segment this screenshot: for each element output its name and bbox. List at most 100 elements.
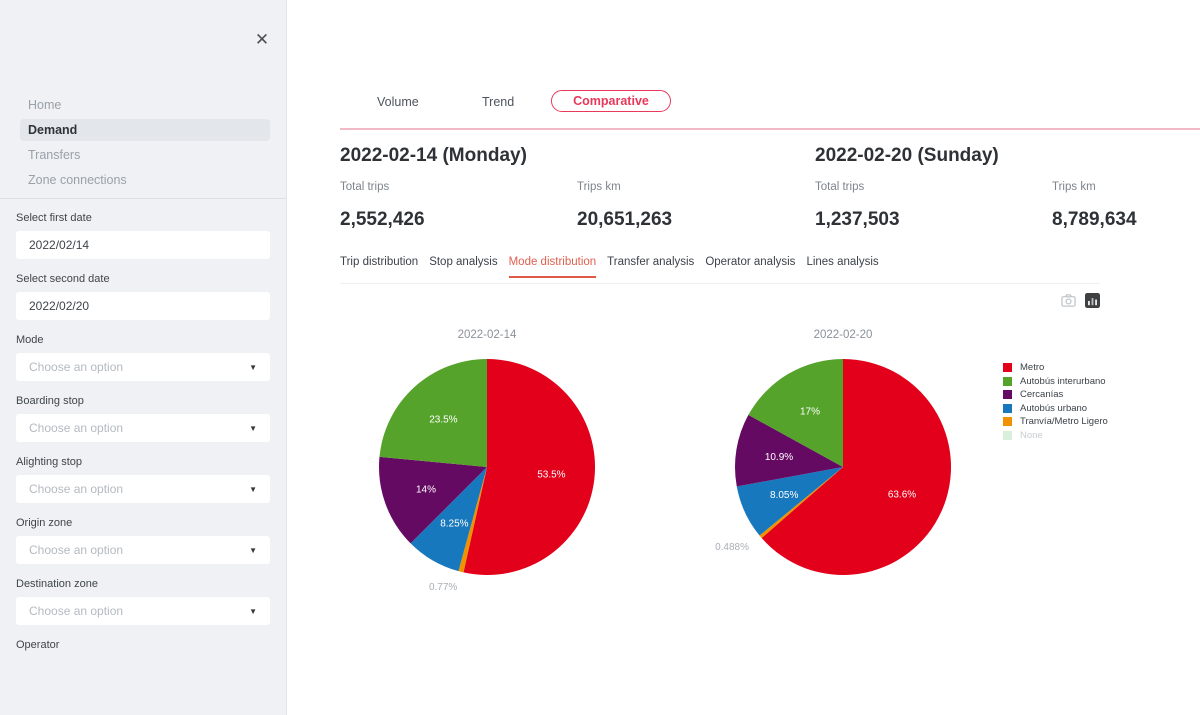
plot-modebar — [1061, 293, 1100, 308]
subtab-mode-distribution[interactable]: Mode distribution — [508, 256, 597, 278]
legend-swatch — [1003, 430, 1012, 440]
subtabs-separator — [340, 283, 1100, 284]
subtab-stop-analysis[interactable]: Stop analysis — [429, 256, 497, 278]
stat-label: Total trips — [815, 181, 865, 193]
sidebar-item-demand[interactable]: Demand — [20, 119, 270, 141]
legend-item-autobus-interurbano[interactable]: Autobús interurbano — [1003, 375, 1108, 389]
legend-swatch — [1003, 403, 1012, 413]
filter-form: Select first date Select second date Mod… — [16, 198, 270, 658]
legend-label: Tranvía/Metro Ligero — [1020, 416, 1108, 428]
tab-trend[interactable]: Trend — [482, 95, 514, 109]
legend-swatch — [1003, 390, 1012, 400]
legend-label: Metro — [1020, 362, 1045, 374]
pie-chart-first-date: 2022-02-14 53.5% 0.77% 8.25% 14% 23.5% — [357, 329, 617, 593]
alighting-stop-select[interactable]: Choose an option ▼ — [16, 475, 270, 503]
stat-value: 2,552,426 — [340, 209, 425, 230]
comparison-panel-second-date: 2022-02-20 (Sunday) Total trips 1,237,50… — [815, 145, 1200, 230]
alighting-stop-label: Alighting stop — [16, 456, 83, 468]
sidebar-item-home[interactable]: Home — [20, 94, 270, 116]
pie-slice-label: 17% — [800, 407, 820, 418]
stat-value: 1,237,503 — [815, 209, 900, 230]
mode-select-placeholder: Choose an option — [29, 360, 124, 374]
legend-label: None — [1020, 429, 1043, 441]
panel-date-title: 2022-02-14 (Monday) — [340, 145, 527, 166]
pie-slice-label: 0.77% — [429, 582, 457, 593]
plotly-logo-icon[interactable] — [1085, 293, 1100, 308]
operator-label: Operator — [16, 639, 60, 651]
pie-slice-label: 63.6% — [888, 489, 916, 500]
legend-label: Autobús urbano — [1020, 402, 1088, 414]
first-date-input[interactable] — [16, 231, 270, 259]
trips-km-stat: Trips km 20,651,263 — [577, 181, 672, 231]
origin-zone-placeholder: Choose an option — [29, 543, 124, 557]
origin-zone-select[interactable]: Choose an option ▼ — [16, 536, 270, 564]
boarding-stop-placeholder: Choose an option — [29, 421, 124, 435]
chevron-down-icon: ▼ — [249, 362, 257, 372]
tab-comparative[interactable]: Comparative — [551, 90, 671, 112]
sidebar-item-zone-connections[interactable]: Zone connections — [20, 169, 270, 191]
total-trips-stat: Total trips 2,552,426 — [340, 181, 425, 231]
stat-label: Trips km — [1052, 181, 1096, 193]
origin-zone-label: Origin zone — [16, 517, 73, 529]
main-content: Volume Trend Comparative 2022-02-14 (Mon… — [287, 0, 1200, 715]
chevron-down-icon: ▼ — [249, 606, 257, 616]
chevron-down-icon: ▼ — [249, 423, 257, 433]
sidebar-nav: Home Demand Transfers Zone connections — [20, 94, 270, 194]
subtab-lines-analysis[interactable]: Lines analysis — [806, 256, 878, 278]
close-icon[interactable]: ✕ — [252, 30, 272, 50]
pie-slice-label: 0.488% — [715, 542, 749, 553]
destination-zone-placeholder: Choose an option — [29, 604, 124, 618]
pie-chart-svg: 63.6% 0.488% 8.05% 10.9% 17% — [715, 359, 952, 575]
mode-label: Mode — [16, 334, 44, 346]
subtab-trip-distribution[interactable]: Trip distribution — [340, 256, 418, 278]
tab-volume[interactable]: Volume — [377, 95, 419, 109]
legend-item-autobus-urbano[interactable]: Autobús urbano — [1003, 402, 1108, 416]
sidebar-item-transfers[interactable]: Transfers — [20, 144, 270, 166]
legend-item-cercanias[interactable]: Cercanías — [1003, 388, 1108, 402]
boarding-stop-label: Boarding stop — [16, 395, 84, 407]
legend-item-tranvia-metro-ligero[interactable]: Tranvía/Metro Ligero — [1003, 415, 1108, 429]
pie-slice-label: 8.05% — [770, 490, 798, 501]
pie-slice-label: 8.25% — [440, 519, 468, 530]
legend-swatch — [1003, 376, 1012, 386]
legend-item-none[interactable]: None — [1003, 429, 1108, 443]
chart-title: 2022-02-14 — [457, 329, 517, 341]
stat-label: Total trips — [340, 181, 390, 193]
subtab-transfer-analysis[interactable]: Transfer analysis — [607, 256, 694, 278]
second-date-label: Select second date — [16, 273, 110, 285]
comparison-panel-first-date: 2022-02-14 (Monday) Total trips 2,552,42… — [340, 145, 800, 230]
second-date-input[interactable] — [16, 292, 270, 320]
pie-slice[interactable] — [379, 359, 487, 467]
chevron-down-icon: ▼ — [249, 484, 257, 494]
legend-label: Autobús interurbano — [1020, 375, 1106, 387]
analysis-subtabs: Trip distribution Stop analysis Mode dis… — [340, 256, 879, 278]
boarding-stop-select[interactable]: Choose an option ▼ — [16, 414, 270, 442]
first-date-label: Select first date — [16, 212, 92, 224]
legend-item-metro[interactable]: Metro — [1003, 361, 1108, 375]
pie-slice-label: 23.5% — [429, 415, 457, 426]
stat-value: 20,651,263 — [577, 209, 673, 230]
chart-title: 2022-02-20 — [813, 329, 873, 341]
pie-chart-second-date: 2022-02-20 63.6% 0.488% 8.05% 10.9% 17% — [713, 329, 973, 591]
destination-zone-label: Destination zone — [16, 578, 98, 590]
legend-swatch — [1003, 417, 1012, 427]
panel-date-title: 2022-02-20 (Sunday) — [815, 145, 999, 166]
legend-label: Cercanías — [1020, 389, 1064, 401]
alighting-stop-placeholder: Choose an option — [29, 482, 124, 496]
sidebar: ✕ Home Demand Transfers Zone connections… — [0, 0, 287, 715]
destination-zone-select[interactable]: Choose an option ▼ — [16, 597, 270, 625]
pie-slice-label: 53.5% — [537, 470, 565, 481]
stat-value: 8,789,634 — [1052, 209, 1137, 230]
pie-chart-svg: 53.5% 0.77% 8.25% 14% 23.5% — [378, 359, 596, 593]
camera-icon[interactable] — [1061, 293, 1076, 308]
tabs-separator — [340, 128, 1200, 130]
pie-slice-label: 10.9% — [765, 452, 793, 463]
subtab-operator-analysis[interactable]: Operator analysis — [705, 256, 795, 278]
mode-select[interactable]: Choose an option ▼ — [16, 353, 270, 381]
chart-legend: Metro Autobús interurbano Cercanías Auto… — [1003, 361, 1108, 442]
trips-km-stat: Trips km 8,789,634 — [1052, 181, 1137, 231]
total-trips-stat: Total trips 1,237,503 — [815, 181, 900, 231]
pie-slice-label: 14% — [416, 484, 436, 495]
chevron-down-icon: ▼ — [249, 545, 257, 555]
stat-label: Trips km — [577, 181, 621, 193]
